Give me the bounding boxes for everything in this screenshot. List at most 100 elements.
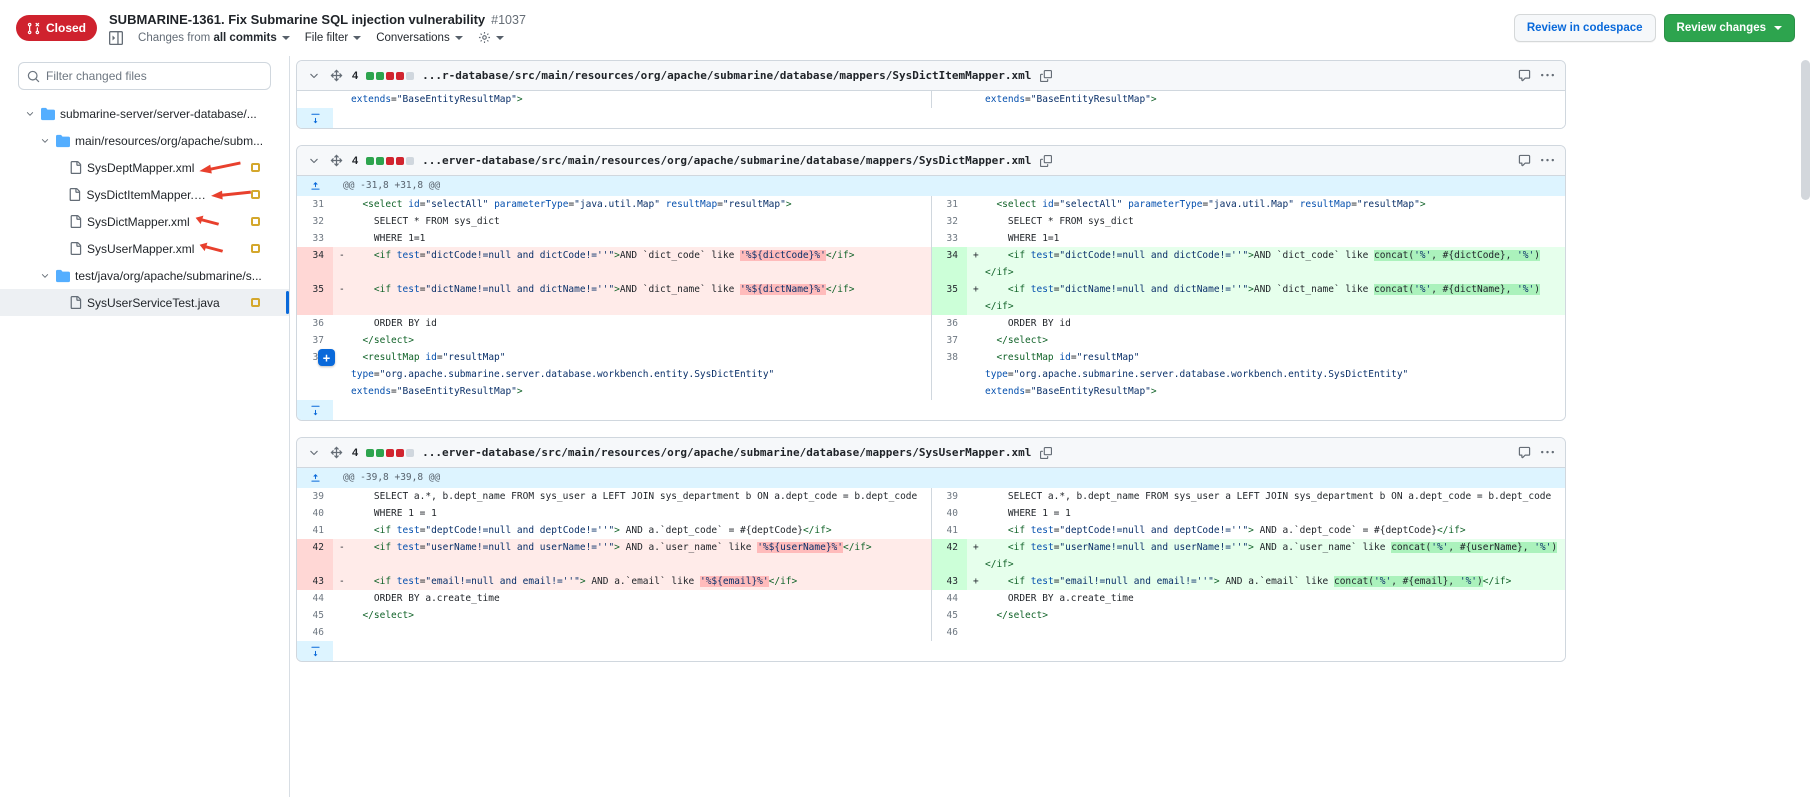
chevron-down-icon[interactable] [39,271,51,281]
diff-row: extends="BaseEntityResultMap">extends="B… [297,91,1565,108]
line-number-new[interactable]: 31 [931,196,967,213]
modified-status-icon [251,163,260,172]
line-number-old[interactable] [297,91,333,108]
line-number-new[interactable]: 34 [931,247,967,281]
line-number-old[interactable]: 39 [297,488,333,505]
line-number-new[interactable]: 40 [931,505,967,522]
diff-settings-menu[interactable] [478,31,504,44]
tree-file-item[interactable]: SysUserServiceTest.java [0,289,289,316]
drag-file-icon[interactable] [329,68,344,83]
line-number-old[interactable]: 36 [297,315,333,332]
line-number-old[interactable]: 42 [297,539,333,573]
chevron-down-icon[interactable] [24,109,36,119]
code-line-new: + <if test="dictName!=null and dictName!… [967,281,1565,315]
tree-file-item[interactable]: SysDictItemMapper.xml [0,181,289,208]
deletion-marker: - [339,247,345,264]
code-line-old: </select> [333,332,931,349]
line-number-old[interactable]: 34 [297,247,333,281]
file-filter-box [18,62,271,90]
line-number-old[interactable]: 45 [297,607,333,624]
drag-file-icon[interactable] [329,153,344,168]
code-line-new: extends="BaseEntityResultMap"> [967,91,1565,108]
conversations-menu[interactable]: Conversations [376,32,463,44]
line-number-old[interactable]: 37 [297,332,333,349]
line-number-new[interactable]: 42 [931,539,967,573]
line-number-old[interactable]: 31 [297,196,333,213]
collapse-file-button[interactable] [307,69,321,83]
expand-down-button[interactable] [297,641,333,661]
line-number-new[interactable]: 35 [931,281,967,315]
copy-path-button[interactable] [1039,446,1053,460]
folder-name: main/resources/org/apache/subm... [75,134,263,148]
tree-folder-item[interactable]: main/resources/org/apache/subm... [0,127,289,154]
code-line-new: <select id="selectAll" parameterType="ja… [967,196,1565,213]
line-number-old[interactable]: 35 [297,281,333,315]
expand-down-button[interactable] [297,108,333,128]
line-number-old[interactable]: 46 [297,624,333,641]
scrollbar-thumb[interactable] [1801,60,1810,200]
line-number-old[interactable]: 44 [297,590,333,607]
line-number-new[interactable]: 38 [931,349,967,400]
copy-path-button[interactable] [1039,69,1053,83]
chevron-down-icon[interactable] [39,136,51,146]
tree-folder-item[interactable]: test/java/org/apache/submarine/s... [0,262,289,289]
line-number-new[interactable]: 33 [931,230,967,247]
file-name: SysUserServiceTest.java [87,296,220,310]
line-number-new[interactable]: 39 [931,488,967,505]
pr-status-badge: Closed [16,15,97,41]
line-number-old[interactable]: 32 [297,213,333,230]
line-number-new[interactable]: 45 [931,607,967,624]
file-filter-input[interactable] [46,69,262,83]
line-number-new[interactable]: 36 [931,315,967,332]
line-number-new[interactable] [931,91,967,108]
line-number-new[interactable]: 44 [931,590,967,607]
file-options-kebab-button[interactable] [1540,68,1555,83]
commits-range-menu[interactable]: Changes from all commits [138,32,290,44]
drag-file-icon[interactable] [329,445,344,460]
file-options-kebab-button[interactable] [1540,445,1555,460]
diff-row: 32 SELECT * FROM sys_dict32 SELECT * FRO… [297,213,1565,230]
line-number-new[interactable]: 46 [931,624,967,641]
line-number-new[interactable]: 37 [931,332,967,349]
file-filter-menu[interactable]: File filter [305,32,361,44]
line-number-new[interactable]: 43 [931,573,967,590]
file-comment-button[interactable] [1517,153,1532,168]
copy-path-button[interactable] [1039,154,1053,168]
line-number-old[interactable]: 43 [297,573,333,590]
file-path: ...erver-database/src/main/resources/org… [422,154,1031,167]
line-number-new[interactable]: 32 [931,213,967,230]
line-number-old[interactable]: 33 [297,230,333,247]
file-diff-card: 4 ...r-database/src/main/resources/org/a… [296,60,1566,129]
expand-up-button[interactable] [297,468,333,488]
tree-file-item[interactable]: SysDictMapper.xml [0,208,289,235]
sidebar-toggle-icon[interactable] [109,31,123,45]
code-line-old: WHERE 1 = 1 [333,505,931,522]
review-changes-button[interactable]: Review changes [1664,14,1795,42]
collapse-file-button[interactable] [307,154,321,168]
file-comment-button[interactable] [1517,445,1532,460]
code-line-new: + <if test="email!=null and email!=''"> … [967,573,1565,590]
tree-folder-item[interactable]: submarine-server/server-database/... [0,100,289,127]
file-comment-button[interactable] [1517,68,1532,83]
file-icon [68,188,81,201]
review-in-codespace-button[interactable]: Review in codespace [1514,14,1656,42]
file-icon [69,215,82,228]
tree-file-item[interactable]: SysDeptMapper.xml [0,154,289,181]
folder-icon [41,107,55,121]
line-number-old[interactable]: 40 [297,505,333,522]
addition-marker: + [973,539,979,556]
file-options-kebab-button[interactable] [1540,153,1555,168]
tree-file-item[interactable]: SysUserMapper.xml [0,235,289,262]
line-number-old[interactable]: 41 [297,522,333,539]
expand-up-button[interactable] [297,176,333,196]
page-scrollbar[interactable] [1801,60,1810,791]
collapse-file-button[interactable] [307,446,321,460]
line-number-new[interactable]: 41 [931,522,967,539]
diff-body: @@ -39,8 +39,8 @@39 SELECT a.*, b.dept_n… [297,468,1565,661]
chevron-down-icon [282,36,290,40]
code-line-new: <if test="deptCode!=null and deptCode!='… [967,522,1565,539]
expand-down-button[interactable] [297,400,333,420]
modified-status-icon [251,298,260,307]
add-line-comment-button[interactable]: + [318,349,335,366]
code-line-old: <if test="deptCode!=null and deptCode!='… [333,522,931,539]
